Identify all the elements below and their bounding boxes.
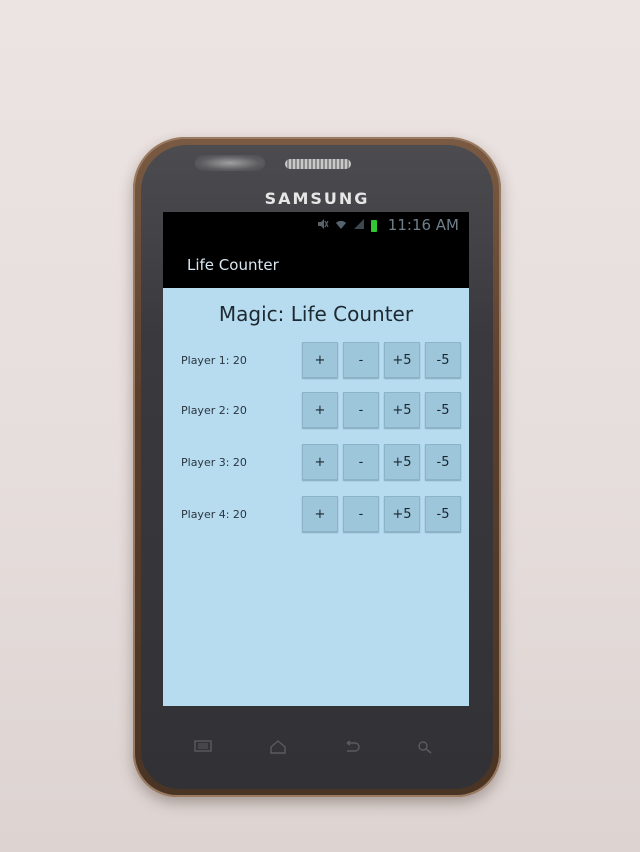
- action-bar: Life Counter: [163, 238, 469, 288]
- brand-logo: SAMSUNG: [264, 189, 370, 208]
- hardware-nav-keys: [165, 740, 465, 760]
- player-4-minus-five-button[interactable]: -5: [425, 496, 461, 532]
- status-bar: 11:16 AM: [163, 212, 469, 238]
- player-1-plus-five-button[interactable]: +5: [384, 342, 420, 378]
- player-row-3: Player 3: 20 + - +5 -5: [177, 444, 461, 482]
- proximity-sensor: [195, 155, 265, 171]
- status-icons: [317, 218, 377, 233]
- page-heading: Magic: Life Counter: [218, 302, 414, 326]
- menu-icon[interactable]: [193, 740, 213, 756]
- signal-icon: [353, 218, 365, 233]
- player-4-minus-one-button[interactable]: -: [343, 496, 379, 532]
- home-icon[interactable]: [268, 740, 288, 756]
- player-3-minus-five-button[interactable]: -5: [425, 444, 461, 480]
- player-1-plus-one-button[interactable]: +: [302, 342, 338, 378]
- player-4-label: Player 4: 20: [181, 508, 247, 521]
- app-title: Life Counter: [187, 256, 279, 274]
- earpiece-speaker: [285, 159, 351, 169]
- player-1-minus-five-button[interactable]: -5: [425, 342, 461, 378]
- player-4-plus-five-button[interactable]: +5: [384, 496, 420, 532]
- mute-icon: [317, 218, 329, 233]
- wifi-icon: [335, 218, 347, 233]
- player-2-plus-one-button[interactable]: +: [302, 392, 338, 428]
- player-3-minus-one-button[interactable]: -: [343, 444, 379, 480]
- player-2-minus-one-button[interactable]: -: [343, 392, 379, 428]
- status-clock: 11:16 AM: [387, 216, 459, 234]
- player-row-2: Player 2: 20 + - +5 -5: [177, 392, 461, 430]
- battery-icon: [371, 219, 377, 232]
- player-4-plus-one-button[interactable]: +: [302, 496, 338, 532]
- player-2-plus-five-button[interactable]: +5: [384, 392, 420, 428]
- player-3-plus-one-button[interactable]: +: [302, 444, 338, 480]
- phone-screen: 11:16 AM Life Counter Magic: Life Counte…: [163, 212, 469, 706]
- main-content: Magic: Life Counter Player 1: 20 + - +5 …: [163, 288, 469, 706]
- search-icon[interactable]: [415, 740, 435, 756]
- player-row-1: Player 1: 20 + - +5 -5: [177, 342, 461, 380]
- player-3-plus-five-button[interactable]: +5: [384, 444, 420, 480]
- back-icon[interactable]: [341, 740, 361, 756]
- player-2-minus-five-button[interactable]: -5: [425, 392, 461, 428]
- player-row-4: Player 4: 20 + - +5 -5: [177, 496, 461, 534]
- player-1-label: Player 1: 20: [181, 354, 247, 367]
- player-2-label: Player 2: 20: [181, 404, 247, 417]
- player-3-label: Player 3: 20: [181, 456, 247, 469]
- player-1-minus-one-button[interactable]: -: [343, 342, 379, 378]
